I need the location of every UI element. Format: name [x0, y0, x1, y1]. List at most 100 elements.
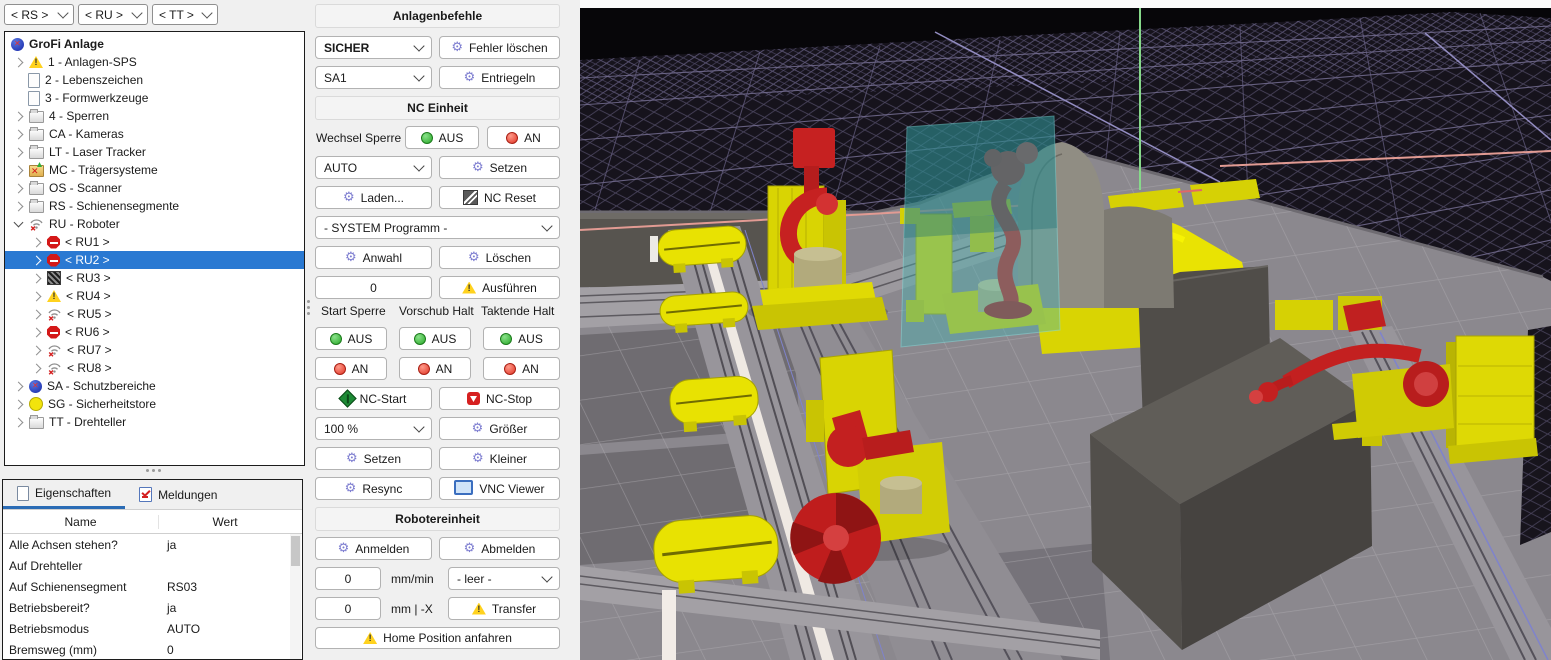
tree-item-schienensegmente[interactable]: RS - Schienensegmente: [5, 197, 304, 215]
tree-item-grofi-anlage[interactable]: GroFi Anlage: [5, 35, 304, 53]
gear-icon: ⚙: [451, 41, 463, 54]
chevron-right-icon[interactable]: [14, 129, 24, 139]
vertical-splitter[interactable]: [307, 300, 310, 315]
safety-area-dropdown[interactable]: SA1: [315, 66, 432, 89]
tree-item-ru4[interactable]: < RU4 >: [5, 287, 304, 305]
vnc-viewer-button[interactable]: VNC Viewer: [439, 477, 560, 500]
tree-item-ru6[interactable]: < RU6 >: [5, 323, 304, 341]
chevron-right-icon[interactable]: [32, 237, 42, 247]
load-button[interactable]: ⚙Laden...: [315, 186, 432, 209]
position-input[interactable]: 0: [315, 597, 381, 620]
chevron-right-icon[interactable]: [14, 417, 24, 427]
tree-item-sperren[interactable]: 4 - Sperren: [5, 107, 304, 125]
gear-icon: ⚙: [464, 71, 476, 84]
chevron-right-icon[interactable]: [32, 309, 42, 319]
safety-state-dropdown[interactable]: SICHER: [315, 36, 432, 59]
chevron-right-icon[interactable]: [14, 183, 24, 193]
smaller-button[interactable]: ⚙Kleiner: [439, 447, 560, 470]
tree-item-lebenszeichen[interactable]: 2 - Lebenszeichen: [5, 71, 304, 89]
tree-item-traegersysteme[interactable]: MC - Trägersysteme: [5, 161, 304, 179]
tree-item-laser-tracker[interactable]: LT - Laser Tracker: [5, 143, 304, 161]
table-row[interactable]: Auf Schienensegment RS03: [3, 576, 302, 597]
program-number-input[interactable]: 0: [315, 276, 432, 299]
chevron-right-icon[interactable]: [14, 399, 24, 409]
mode-dropdown[interactable]: AUTO: [315, 156, 432, 179]
table-row[interactable]: Bremsweg (mm) 0: [3, 639, 302, 660]
set-mode-button[interactable]: ⚙Setzen: [439, 156, 560, 179]
chevron-right-icon[interactable]: [32, 291, 42, 301]
chevron-down-icon[interactable]: [14, 218, 24, 228]
chevron-right-icon[interactable]: [14, 111, 24, 121]
execute-button[interactable]: Ausführen: [439, 276, 560, 299]
table-row[interactable]: Auf Drehteller: [3, 555, 302, 576]
chevron-right-icon[interactable]: [32, 255, 42, 265]
tree-item-ru7[interactable]: < RU7 >: [5, 341, 304, 359]
start-sperre-an-button[interactable]: AN: [315, 357, 387, 380]
chevron-right-icon[interactable]: [14, 57, 24, 67]
tree-item-schutzbereiche[interactable]: SA - Schutzbereiche: [5, 377, 304, 395]
tree-item-kameras[interactable]: CA - Kameras: [5, 125, 304, 143]
chevron-right-icon[interactable]: [32, 273, 42, 283]
tree-item-ru5[interactable]: < RU5 >: [5, 305, 304, 323]
tree-item-formwerkzeuge[interactable]: 3 - Formwerkzeuge: [5, 89, 304, 107]
tree-item-ru1[interactable]: < RU1 >: [5, 233, 304, 251]
folder-icon: [29, 147, 44, 159]
chevron-right-icon[interactable]: [14, 201, 24, 211]
chevron-right-icon[interactable]: [32, 327, 42, 337]
transfer-button[interactable]: Transfer: [448, 597, 560, 620]
chevron-right-icon[interactable]: [14, 381, 24, 391]
rs-selector[interactable]: < RS >: [4, 4, 74, 25]
red-dot-icon: [504, 363, 516, 375]
wechsel-sperre-an-button[interactable]: AN: [487, 126, 560, 149]
tree-item-ru8[interactable]: < RU8 >: [5, 359, 304, 377]
vorschub-halt-an-button[interactable]: AN: [399, 357, 471, 380]
tree-item-drehteller[interactable]: TT - Drehteller: [5, 413, 304, 431]
delete-program-button[interactable]: ⚙Löschen: [439, 246, 560, 269]
resync-button[interactable]: ⚙Resync: [315, 477, 432, 500]
3d-viewport[interactable]: [580, 0, 1551, 660]
scrollbar-thumb[interactable]: [291, 536, 300, 566]
table-row[interactable]: Betriebsbereit? ja: [3, 597, 302, 618]
nc-stop-button[interactable]: NC-Stop: [439, 387, 560, 410]
chevron-right-icon[interactable]: [14, 165, 24, 175]
tree-item-scanner[interactable]: OS - Scanner: [5, 179, 304, 197]
tt-selector[interactable]: < TT >: [152, 4, 218, 25]
chevron-right-icon[interactable]: [14, 147, 24, 157]
tree-item-sicherheitstore[interactable]: SG - Sicherheitstore: [5, 395, 304, 413]
horizontal-splitter[interactable]: [146, 469, 161, 472]
nc-reset-button[interactable]: NC Reset: [439, 186, 560, 209]
ru-selector[interactable]: < RU >: [78, 4, 148, 25]
login-button[interactable]: ⚙Anmelden: [315, 537, 432, 560]
tree-item-ru3[interactable]: < RU3 >: [5, 269, 304, 287]
tree-item-ru2-selected[interactable]: < RU2 >: [5, 251, 304, 269]
vorschub-halt-aus-button[interactable]: AUS: [399, 327, 471, 350]
table-row[interactable]: Alle Achsen stehen? ja: [3, 534, 302, 555]
speed-input[interactable]: 0: [315, 567, 381, 590]
table-row[interactable]: Betriebsmodus AUTO: [3, 618, 302, 639]
tree-item-anlagen-sps[interactable]: 1 - Anlagen-SPS: [5, 53, 304, 71]
bigger-button[interactable]: ⚙Größer: [439, 417, 560, 440]
taktende-halt-aus-button[interactable]: AUS: [483, 327, 560, 350]
unlock-button[interactable]: ⚙Entriegeln: [439, 66, 560, 89]
taktende-halt-an-button[interactable]: AN: [483, 357, 560, 380]
override-dropdown[interactable]: 100 %: [315, 417, 432, 440]
tab-eigenschaften[interactable]: Eigenschaften: [3, 480, 125, 509]
nc-start-button[interactable]: NC-Start: [315, 387, 432, 410]
folder-icon: [29, 183, 44, 195]
viewport-scene: [580, 8, 1551, 660]
scrollbar[interactable]: [290, 534, 301, 660]
tree-item-roboter[interactable]: RU - Roboter: [5, 215, 304, 233]
program-dropdown[interactable]: - SYSTEM Programm -: [315, 216, 560, 239]
select-program-button[interactable]: ⚙Anwahl: [315, 246, 432, 269]
chevron-right-icon[interactable]: [32, 345, 42, 355]
start-sperre-aus-button[interactable]: AUS: [315, 327, 387, 350]
tab-meldungen[interactable]: Meldungen: [125, 480, 231, 509]
clear-errors-button[interactable]: ⚙Fehler löschen: [439, 36, 560, 59]
folder-error-icon: [29, 165, 44, 177]
home-position-button[interactable]: Home Position anfahren: [315, 627, 560, 649]
wechsel-sperre-aus-button[interactable]: AUS: [405, 126, 479, 149]
target-dropdown[interactable]: - leer -: [448, 567, 560, 590]
logout-button[interactable]: ⚙Abmelden: [439, 537, 560, 560]
set-override-button[interactable]: ⚙Setzen: [315, 447, 432, 470]
chevron-right-icon[interactable]: [32, 363, 42, 373]
